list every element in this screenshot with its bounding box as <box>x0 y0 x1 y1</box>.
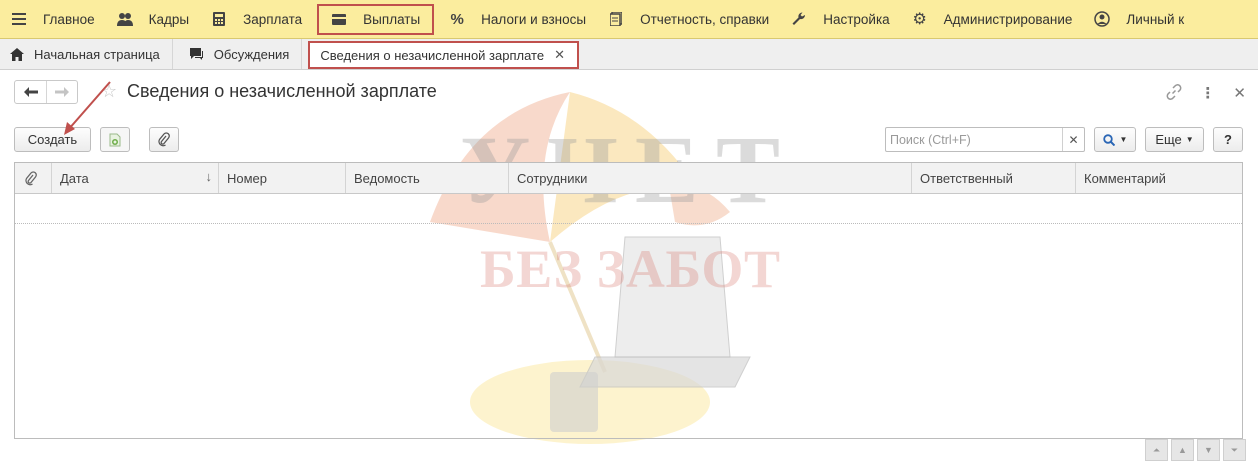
chevron-down-icon: ▼ <box>1185 135 1194 144</box>
back-button[interactable] <box>15 81 46 103</box>
menu-item-label: Зарплата <box>243 11 303 27</box>
help-button-label: ? <box>1224 132 1232 147</box>
close-form-icon[interactable]: ✕ <box>1233 84 1246 104</box>
more-button-label: Еще <box>1155 132 1182 147</box>
search-icon <box>1102 133 1115 146</box>
column-date[interactable]: Дата ↓ <box>52 163 219 193</box>
documents-table: Дата ↓ Номер Ведомость Сотрудники Ответс… <box>14 162 1243 439</box>
sort-arrow-down-icon: ↓ <box>205 169 213 184</box>
paperclip-icon <box>25 170 37 185</box>
menu-item-label: Кадры <box>148 11 190 27</box>
table-row[interactable] <box>15 194 1242 224</box>
wrench-icon <box>791 11 807 27</box>
table-header: Дата ↓ Номер Ведомость Сотрудники Ответс… <box>15 163 1242 194</box>
clear-search-icon[interactable]: ✕ <box>1062 128 1084 151</box>
report-icon <box>608 11 624 27</box>
title-tools: ⋮ ✕ <box>1166 84 1246 104</box>
paperclip-icon <box>158 132 170 147</box>
column-employees[interactable]: Сотрудники <box>509 163 912 193</box>
tab-discussions[interactable]: Обсуждения <box>173 39 303 69</box>
menu-item-label: Настройка <box>823 11 890 27</box>
hamburger-icon <box>11 11 27 27</box>
column-label: Номер <box>227 170 268 186</box>
menu-item-payments[interactable]: Выплаты <box>313 0 438 39</box>
scroll-down-icon[interactable]: ▼ <box>1197 439 1220 461</box>
column-label: Комментарий <box>1084 170 1166 186</box>
menu-item-reports[interactable]: Отчетность, справки <box>597 0 780 39</box>
create-from-template-button[interactable] <box>100 127 130 152</box>
menu-item-hr[interactable]: Кадры <box>106 0 200 39</box>
menu-item-label: Выплаты <box>363 11 421 27</box>
document-add-icon <box>109 133 121 146</box>
column-label: Ведомость <box>354 170 420 186</box>
scroll-up-icon[interactable]: ▲ <box>1171 439 1194 461</box>
chat-icon <box>189 47 204 61</box>
column-comment[interactable]: Комментарий <box>1076 163 1242 193</box>
column-label: Ответственный <box>920 170 1013 186</box>
help-button[interactable]: ? <box>1213 127 1243 152</box>
menu-item-taxes[interactable]: % Налоги и взносы <box>438 0 597 39</box>
more-button[interactable]: Еще ▼ <box>1145 127 1204 152</box>
list-scroll-controls: ⏶ ▲ ▼ ⏷ <box>1145 439 1246 461</box>
menu-item-main[interactable]: Главное <box>0 0 106 39</box>
user-circle-icon <box>1094 11 1111 27</box>
search-field: ✕ <box>885 127 1085 152</box>
tab-unpaid-salary-info[interactable]: Сведения о незачисленной зарплате ✕ <box>308 41 579 69</box>
attach-button[interactable] <box>149 127 179 152</box>
tab-label: Обсуждения <box>213 46 290 62</box>
menu-item-label: Администрирование <box>943 11 1073 27</box>
page-title: Сведения о незачисленной зарплате <box>127 81 437 101</box>
percent-icon: % <box>450 10 464 28</box>
column-statement[interactable]: Ведомость <box>346 163 509 193</box>
menu-item-label: Отчетность, справки <box>640 11 770 27</box>
menu-item-admin[interactable]: ⚙ Администрирование <box>901 0 1084 39</box>
column-label: Дата <box>60 170 89 186</box>
column-number[interactable]: Номер <box>219 163 346 193</box>
people-icon <box>116 11 133 27</box>
menu-item-salary[interactable]: Зарплата <box>200 0 313 39</box>
menu-item-label: Налоги и взносы <box>481 11 587 27</box>
tab-bar: Начальная страница Обсуждения Сведения о… <box>0 39 1258 70</box>
tab-label: Сведения о незачисленной зарплате <box>320 47 545 63</box>
menu-item-account[interactable]: Личный к <box>1083 0 1195 39</box>
more-vertical-icon[interactable]: ⋮ <box>1200 84 1215 104</box>
menu-item-label: Личный к <box>1126 11 1185 27</box>
gear-icon: ⚙ <box>912 11 927 28</box>
tab-home[interactable]: Начальная страница <box>0 39 173 69</box>
close-icon[interactable]: ✕ <box>554 47 565 63</box>
search-input[interactable] <box>886 128 1062 151</box>
column-attachments[interactable] <box>15 163 52 193</box>
wallet-icon <box>331 11 347 27</box>
main-menu-bar: Главное Кадры Зарплата Выплаты % Налоги … <box>0 0 1258 39</box>
link-icon[interactable] <box>1166 84 1182 104</box>
column-responsible[interactable]: Ответственный <box>912 163 1076 193</box>
calculator-icon <box>211 11 227 27</box>
search-options-button[interactable]: ▼ <box>1094 127 1136 152</box>
menu-item-settings[interactable]: Настройка <box>780 0 900 39</box>
menu-item-label: Главное <box>43 11 95 27</box>
scroll-to-bottom-icon[interactable]: ⏷ <box>1223 439 1246 461</box>
home-icon <box>10 47 24 61</box>
chevron-down-icon: ▼ <box>1119 135 1128 144</box>
scroll-to-top-icon[interactable]: ⏶ <box>1145 439 1168 461</box>
tab-label: Начальная страница <box>34 46 160 62</box>
column-label: Сотрудники <box>517 170 588 186</box>
